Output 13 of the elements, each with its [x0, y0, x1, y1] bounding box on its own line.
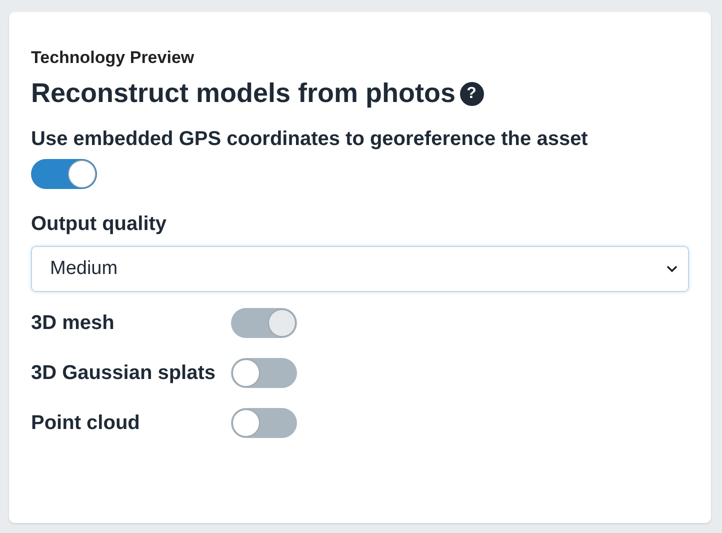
output-label: Point cloud: [31, 412, 141, 434]
output-label: 3D Gaussian splats: [31, 362, 217, 384]
output-toggle[interactable]: [231, 358, 297, 388]
output-toggle[interactable]: [231, 408, 297, 438]
help-icon[interactable]: ?: [460, 82, 484, 106]
chevron-down-icon: [666, 265, 678, 273]
quality-label: Output quality: [31, 213, 168, 236]
panel-title: Reconstruct models from photos: [31, 78, 456, 109]
gps-label: Use embedded GPS coordinates to georeference the asset: [31, 128, 589, 151]
output-label: 3D mesh: [31, 312, 116, 334]
section-caption: Technology Preview: [31, 48, 196, 68]
quality-select[interactable]: Medium: [31, 246, 689, 292]
gps-toggle[interactable]: [31, 159, 97, 189]
